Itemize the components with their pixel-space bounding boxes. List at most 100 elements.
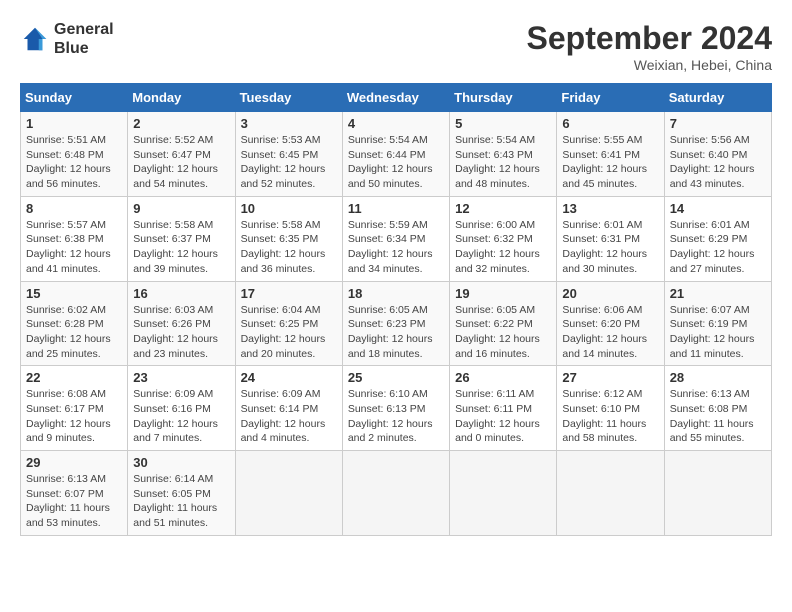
day-number: 14 [670,201,766,216]
day-header-saturday: Saturday [664,84,771,112]
day-cell-10: 10Sunrise: 5:58 AMSunset: 6:35 PMDayligh… [235,196,342,281]
day-info: Sunrise: 6:13 AMSunset: 6:08 PMDaylight:… [670,387,766,446]
day-cell-23: 23 Sunrise: 6:09 AMSunset: 6:16 PMDayligh… [128,366,235,451]
day-number: 11 [348,201,444,216]
empty-cell [557,451,664,536]
day-cell-5: 5 Sunrise: 5:54 AMSunset: 6:43 PMDaylight… [450,112,557,197]
empty-cell [664,451,771,536]
day-info: Sunrise: 6:03 AMSunset: 6:26 PMDaylight:… [133,303,229,362]
day-number: 4 [348,116,444,131]
day-number: 3 [241,116,337,131]
day-number: 23 [133,370,229,385]
day-cell-1: 1 Sunrise: 5:51 AMSunset: 6:48 PMDaylight… [21,112,128,197]
day-number: 20 [562,286,658,301]
day-header-sunday: Sunday [21,84,128,112]
day-number: 19 [455,286,551,301]
day-info: Sunrise: 6:11 AMSunset: 6:11 PMDaylight:… [455,387,551,446]
day-info: Sunrise: 5:51 AMSunset: 6:48 PMDaylight:… [26,133,122,192]
week-row-5: 29 Sunrise: 6:13 AMSunset: 6:07 PMDayligh… [21,451,772,536]
day-info: Sunrise: 6:14 AMSunset: 6:05 PMDaylight:… [133,472,229,531]
day-number: 18 [348,286,444,301]
day-number: 22 [26,370,122,385]
day-cell-17: 17Sunrise: 6:04 AMSunset: 6:25 PMDayligh… [235,281,342,366]
day-cell-26: 26 Sunrise: 6:11 AMSunset: 6:11 PMDayligh… [450,366,557,451]
day-header-thursday: Thursday [450,84,557,112]
day-info: Sunrise: 5:58 AMSunset: 6:37 PMDaylight:… [133,218,229,277]
day-number: 7 [670,116,766,131]
day-info: Sunrise: 6:09 AMSunset: 6:14 PMDaylight:… [241,387,337,446]
day-number: 25 [348,370,444,385]
day-info: Sunrise: 5:52 AMSunset: 6:47 PMDaylight:… [133,133,229,192]
location: Weixian, Hebei, China [527,57,772,73]
day-cell-16: 16 Sunrise: 6:03 AMSunset: 6:26 PMDayligh… [128,281,235,366]
day-number: 30 [133,455,229,470]
logo-text: General Blue [54,20,114,58]
day-cell-7: 7 Sunrise: 5:56 AMSunset: 6:40 PMDaylight… [664,112,771,197]
logo-icon [20,24,50,54]
day-number: 27 [562,370,658,385]
day-info: Sunrise: 5:58 AMSunset: 6:35 PMDaylight:… [241,218,337,277]
day-info: Sunrise: 6:05 AMSunset: 6:22 PMDaylight:… [455,303,551,362]
day-info: Sunrise: 5:56 AMSunset: 6:40 PMDaylight:… [670,133,766,192]
day-info: Sunrise: 6:13 AMSunset: 6:07 PMDaylight:… [26,472,122,531]
day-number: 15 [26,286,122,301]
day-number: 8 [26,201,122,216]
day-number: 5 [455,116,551,131]
day-cell-4: 4Sunrise: 5:54 AMSunset: 6:44 PMDaylight… [342,112,449,197]
day-cell-25: 25 Sunrise: 6:10 AMSunset: 6:13 PMDayligh… [342,366,449,451]
title-block: September 2024 Weixian, Hebei, China [527,20,772,73]
day-cell-18: 18 Sunrise: 6:05 AMSunset: 6:23 PMDayligh… [342,281,449,366]
day-number: 16 [133,286,229,301]
week-row-2: 8 Sunrise: 5:57 AMSunset: 6:38 PMDaylight… [21,196,772,281]
day-cell-12: 12Sunrise: 6:00 AMSunset: 6:32 PMDayligh… [450,196,557,281]
day-number: 1 [26,116,122,131]
day-number: 13 [562,201,658,216]
day-info: Sunrise: 6:07 AMSunset: 6:19 PMDaylight:… [670,303,766,362]
day-cell-30: 30 Sunrise: 6:14 AMSunset: 6:05 PMDayligh… [128,451,235,536]
empty-cell [342,451,449,536]
day-info: Sunrise: 6:02 AMSunset: 6:28 PMDaylight:… [26,303,122,362]
day-info: Sunrise: 6:00 AMSunset: 6:32 PMDaylight:… [455,218,551,277]
day-cell-19: 19 Sunrise: 6:05 AMSunset: 6:22 PMDayligh… [450,281,557,366]
day-info: Sunrise: 6:05 AMSunset: 6:23 PMDaylight:… [348,303,444,362]
day-info: Sunrise: 5:53 AMSunset: 6:45 PMDaylight:… [241,133,337,192]
day-cell-9: 9 Sunrise: 5:58 AMSunset: 6:37 PMDaylight… [128,196,235,281]
day-info: Sunrise: 6:04 AMSunset: 6:25 PMDaylight:… [241,303,337,362]
day-info: Sunrise: 6:08 AMSunset: 6:17 PMDaylight:… [26,387,122,446]
day-number: 9 [133,201,229,216]
day-cell-21: 21 Sunrise: 6:07 AMSunset: 6:19 PMDayligh… [664,281,771,366]
day-info: Sunrise: 5:59 AMSunset: 6:34 PMDaylight:… [348,218,444,277]
day-cell-13: 13 Sunrise: 6:01 AMSunset: 6:31 PMDayligh… [557,196,664,281]
day-info: Sunrise: 5:55 AMSunset: 6:41 PMDaylight:… [562,133,658,192]
day-info: Sunrise: 6:01 AMSunset: 6:29 PMDaylight:… [670,218,766,277]
day-header-wednesday: Wednesday [342,84,449,112]
day-header-monday: Monday [128,84,235,112]
day-number: 24 [241,370,337,385]
day-info: Sunrise: 6:10 AMSunset: 6:13 PMDaylight:… [348,387,444,446]
day-number: 21 [670,286,766,301]
day-number: 28 [670,370,766,385]
month-title: September 2024 [527,20,772,57]
day-cell-6: 6Sunrise: 5:55 AMSunset: 6:41 PMDaylight… [557,112,664,197]
logo: General Blue [20,20,114,58]
day-cell-27: 27Sunrise: 6:12 AMSunset: 6:10 PMDayligh… [557,366,664,451]
day-info: Sunrise: 6:09 AMSunset: 6:16 PMDaylight:… [133,387,229,446]
day-header-friday: Friday [557,84,664,112]
day-info: Sunrise: 6:01 AMSunset: 6:31 PMDaylight:… [562,218,658,277]
day-cell-22: 22 Sunrise: 6:08 AMSunset: 6:17 PMDayligh… [21,366,128,451]
day-cell-11: 11 Sunrise: 5:59 AMSunset: 6:34 PMDayligh… [342,196,449,281]
week-row-4: 22 Sunrise: 6:08 AMSunset: 6:17 PMDayligh… [21,366,772,451]
day-info: Sunrise: 5:54 AMSunset: 6:43 PMDaylight:… [455,133,551,192]
header-row: SundayMondayTuesdayWednesdayThursdayFrid… [21,84,772,112]
day-number: 2 [133,116,229,131]
day-cell-14: 14 Sunrise: 6:01 AMSunset: 6:29 PMDayligh… [664,196,771,281]
week-row-3: 15 Sunrise: 6:02 AMSunset: 6:28 PMDayligh… [21,281,772,366]
day-cell-24: 24 Sunrise: 6:09 AMSunset: 6:14 PMDayligh… [235,366,342,451]
day-cell-2: 2 Sunrise: 5:52 AMSunset: 6:47 PMDaylight… [128,112,235,197]
day-cell-20: 20Sunrise: 6:06 AMSunset: 6:20 PMDayligh… [557,281,664,366]
day-cell-8: 8 Sunrise: 5:57 AMSunset: 6:38 PMDaylight… [21,196,128,281]
day-info: Sunrise: 5:57 AMSunset: 6:38 PMDaylight:… [26,218,122,277]
day-number: 26 [455,370,551,385]
empty-cell [450,451,557,536]
day-number: 29 [26,455,122,470]
